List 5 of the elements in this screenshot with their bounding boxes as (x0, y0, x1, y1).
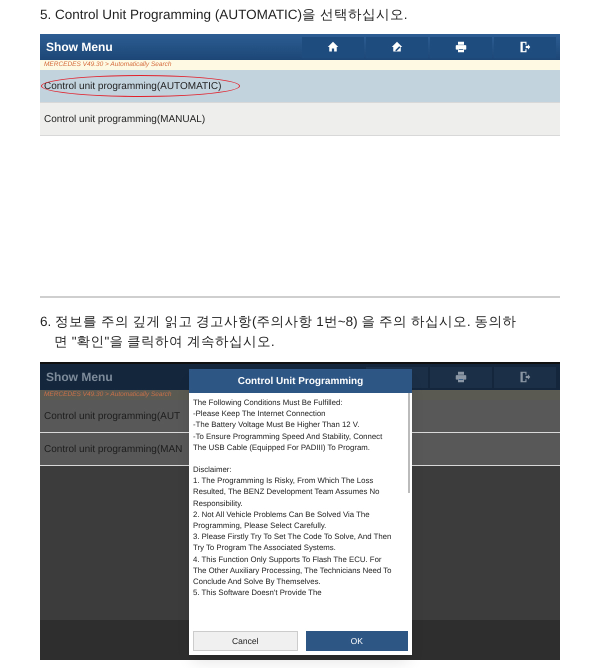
screen-title: Show Menu (46, 369, 113, 386)
step-heading: 5. Control Unit Programming (AUTOMATIC)을 선택하십시오. (39, 6, 409, 24)
dialog-title: Control Unit Programming (189, 369, 412, 393)
step-heading: 6. 정보를 주의 깊게 읽고 경고사항(주의사항 1번~8) 을 주의 하십시오. 동의하면 "확인"을 클릭하여 계속하십시오. (39, 313, 518, 351)
screen-title: Show Menu (46, 39, 113, 56)
